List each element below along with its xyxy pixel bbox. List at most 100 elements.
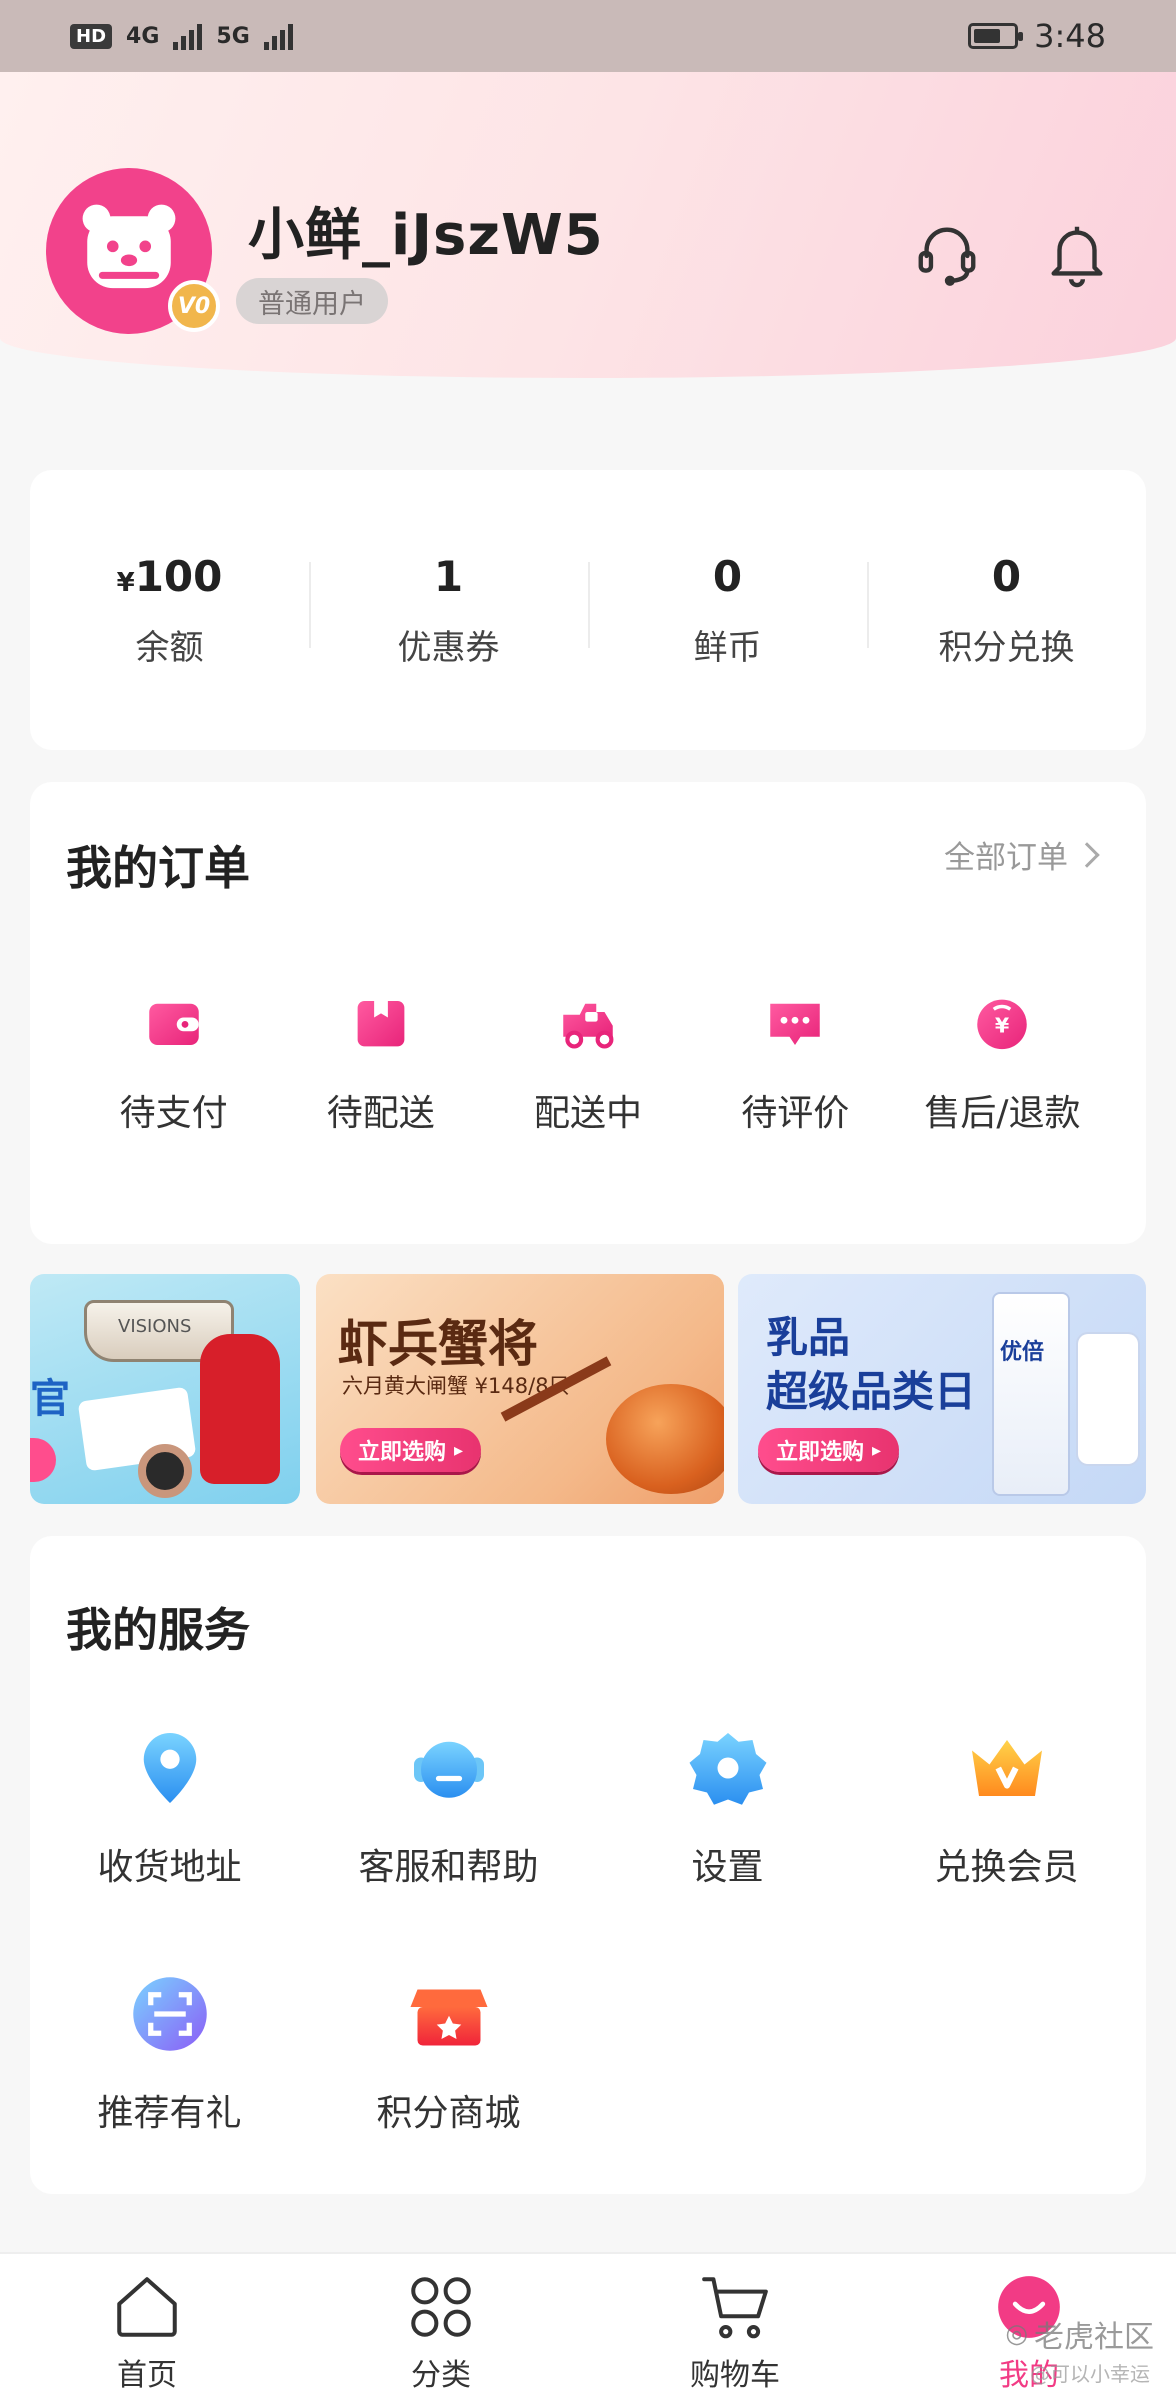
service-settings[interactable]: 设置 [588, 1726, 867, 1972]
arrow-right-icon: ▸ [454, 1439, 464, 1461]
my-services-card: 我的服务 收货地址 客服和帮助 设置 兑换会员 推荐有礼 积分商城 [30, 1536, 1146, 2194]
bottom-navigation: 首页 分类 购物车 我的 [0, 2252, 1176, 2400]
nav-cart[interactable]: 购物车 [588, 2254, 882, 2400]
hd-badge: HD [70, 23, 113, 49]
svg-text:¥: ¥ [995, 1014, 1010, 1038]
currency-symbol: ¥ [116, 567, 135, 598]
bear-mascot-icon [82, 204, 176, 289]
button-label: 立即选购 [776, 1440, 865, 1465]
promo-banner-crab[interactable]: 虾兵蟹将 六月黄大闸蟹 ¥148/8只 立即选购 ▸ [316, 1274, 724, 1504]
stat-label: 优惠券 [397, 627, 500, 668]
order-pending-delivery[interactable]: 待配送 [277, 990, 484, 1136]
network-5g-label: 5G [216, 23, 250, 49]
watermark: ◎ 老虎社区 [1005, 2312, 1154, 2356]
service-address[interactable]: 收货地址 [30, 1726, 309, 1972]
services-grid: 收货地址 客服和帮助 设置 兑换会员 推荐有礼 积分商城 [30, 1726, 1146, 2218]
nav-label: 分类 [411, 2358, 471, 2393]
stat-value: 0 [991, 551, 1022, 601]
promo-banner-dairy[interactable]: 乳品 超级品类日 立即选购 ▸ 优倍 [738, 1274, 1146, 1504]
nav-category[interactable]: 分类 [294, 2254, 588, 2400]
user-level-badge: 普通用户 [236, 278, 388, 324]
assets-summary-card: ¥100 余额 1 优惠券 0 鲜币 0 积分兑换 [30, 470, 1146, 750]
my-orders-card: 我的订单 全部订单 待支付 待配送 配送中 待评价 ¥ 售后/退款 [30, 782, 1146, 1244]
service-referral[interactable]: 推荐有礼 [30, 1972, 309, 2218]
order-status-label: 配送中 [534, 1093, 643, 1134]
comment-icon [762, 990, 828, 1056]
banner-text: 官 [30, 1376, 70, 1422]
battery-icon [968, 23, 1024, 49]
order-pending-review[interactable]: 待评价 [692, 990, 899, 1136]
order-pending-payment[interactable]: 待支付 [70, 990, 277, 1136]
all-orders-label: 全部订单 [944, 840, 1068, 876]
stat-points[interactable]: 0 积分兑换 [867, 552, 1146, 669]
order-status-label: 待支付 [119, 1093, 228, 1134]
status-indicators: HD 4G 5G [70, 22, 293, 50]
service-label: 兑换会员 [934, 1847, 1079, 1888]
crown-icon [965, 1726, 1049, 1810]
wallet-icon [141, 990, 207, 1056]
stat-coupons[interactable]: 1 优惠券 [309, 552, 588, 669]
product-brand: 优倍 [1000, 1340, 1045, 1365]
chevron-right-icon [1074, 841, 1100, 868]
network-4g-label: 4G [126, 23, 160, 49]
location-pin-icon [128, 1726, 212, 1810]
gear-icon [686, 1726, 770, 1810]
nav-label: 购物车 [690, 2358, 780, 2393]
services-title: 我的服务 [66, 1603, 250, 1657]
stat-label: 余额 [135, 627, 204, 668]
signal-icon [173, 22, 203, 50]
banner-title-line2: 超级品类日 [766, 1367, 977, 1416]
banner-title: 虾兵蟹将 [338, 1315, 538, 1373]
service-label: 推荐有礼 [97, 2093, 242, 2134]
shop-now-button[interactable]: 立即选购 ▸ [758, 1428, 900, 1472]
promo-banner-cookware[interactable]: 官 VISIONS [30, 1274, 300, 1504]
hairdryer-image [138, 1444, 192, 1498]
detergent-bottle-image [200, 1334, 280, 1484]
banner-title-line1: 乳品 [766, 1313, 851, 1362]
nav-home[interactable]: 首页 [0, 2254, 294, 2400]
bell-icon[interactable] [1042, 218, 1112, 288]
tiger-logo-icon: ◎ [1005, 2319, 1028, 2349]
order-status-row: 待支付 待配送 配送中 待评价 ¥ 售后/退款 [30, 990, 1146, 1136]
button-label: 立即选购 [358, 1440, 447, 1465]
grid-icon [404, 2270, 478, 2344]
yogurt-cup-image [1078, 1334, 1138, 1464]
home-icon [110, 2270, 184, 2344]
product-brand: VISIONS [118, 1316, 192, 1337]
service-label: 设置 [691, 1847, 764, 1888]
milk-carton-image [994, 1294, 1068, 1494]
service-points-mall[interactable]: 积分商城 [309, 1972, 588, 2218]
store-icon [407, 1972, 491, 2056]
watermark-brand: 老虎社区 [1034, 2320, 1154, 2355]
all-orders-link[interactable]: 全部订单 [944, 832, 1100, 877]
service-label: 客服和帮助 [358, 1847, 539, 1888]
orders-title: 我的订单 [66, 841, 250, 895]
stat-label: 鲜币 [693, 627, 762, 668]
stat-label: 积分兑换 [938, 627, 1075, 668]
service-redeem-membership[interactable]: 兑换会员 [867, 1726, 1146, 1972]
cart-icon [698, 2270, 772, 2344]
watermark-handle: @可以小幸运 [1030, 2362, 1150, 2386]
banner-arrow-button [30, 1438, 56, 1482]
stat-value: 100 [134, 551, 223, 601]
order-delivering[interactable]: 配送中 [484, 990, 691, 1136]
service-customer-help[interactable]: 客服和帮助 [309, 1726, 588, 1972]
refund-icon: ¥ [969, 990, 1035, 1056]
arrow-right-icon: ▸ [872, 1439, 882, 1461]
signal-icon [263, 22, 293, 50]
scan-icon [128, 1972, 212, 2056]
customer-service-icon [407, 1726, 491, 1810]
order-status-label: 待评价 [741, 1093, 850, 1134]
order-status-label: 售后/退款 [924, 1093, 1081, 1134]
stat-fresh-coins[interactable]: 0 鲜币 [588, 552, 867, 669]
service-label: 积分商城 [376, 2093, 521, 2134]
crab-image [606, 1384, 724, 1494]
order-status-label: 待配送 [326, 1093, 435, 1134]
stat-balance[interactable]: ¥100 余额 [30, 552, 309, 669]
delivery-scooter-icon [555, 990, 621, 1056]
order-after-sales[interactable]: ¥ 售后/退款 [899, 990, 1106, 1136]
headset-icon[interactable] [912, 218, 982, 288]
status-bar: HD 4G 5G 3:48 [0, 0, 1176, 72]
shop-now-button[interactable]: 立即选购 ▸ [340, 1428, 482, 1472]
package-icon [348, 990, 414, 1056]
